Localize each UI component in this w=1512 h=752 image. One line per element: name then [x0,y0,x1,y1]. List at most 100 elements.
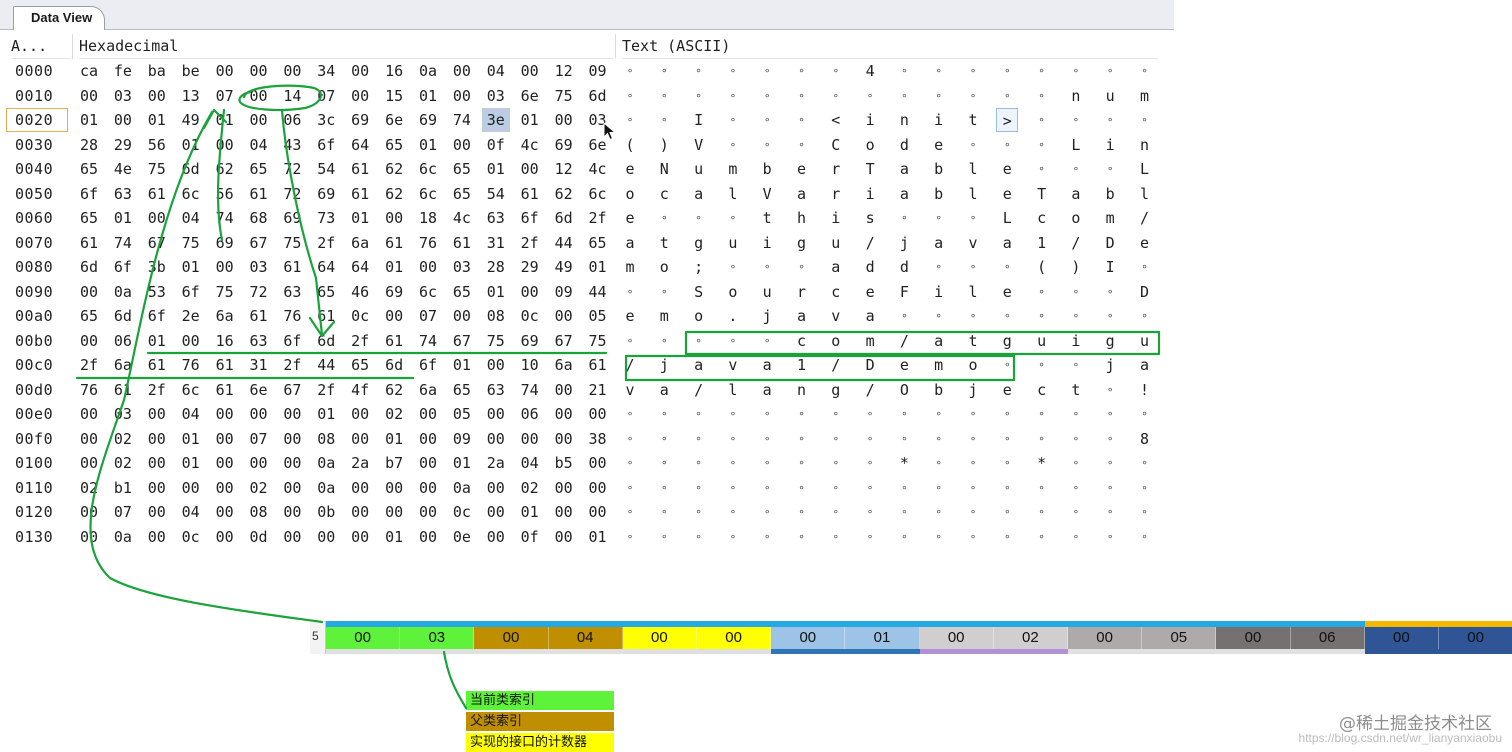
hex-byte[interactable]: 00 [550,525,578,549]
ascii-char[interactable]: < [825,108,847,132]
hex-byte[interactable]: 0f [482,133,510,157]
ascii-nonprintable[interactable]: ∘ [1099,280,1121,304]
ascii-nonprintable[interactable]: ∘ [653,108,675,132]
ascii-char[interactable]: l [722,182,744,206]
ascii-char[interactable]: e [996,280,1018,304]
ascii-char[interactable]: i [825,206,847,230]
ascii-char[interactable]: d [859,255,881,279]
hex-byte[interactable]: 6d [75,255,103,279]
ascii-nonprintable[interactable]: ∘ [893,304,915,328]
ascii-char[interactable]: m [928,353,950,377]
hex-byte[interactable]: 69 [211,231,239,255]
ascii-nonprintable[interactable]: ∘ [893,84,915,108]
hex-row[interactable]: 0000 ca fe ba be 00 00 00 34 00 16 0a 00 04 00 12 09 ∘ ∘ ∘ ∘… [6,59,1158,83]
hex-byte[interactable]: 15 [380,84,408,108]
ascii-nonprintable[interactable]: ∘ [619,108,641,132]
hex-byte[interactable]: 75 [177,231,205,255]
ascii-char[interactable]: i [859,108,881,132]
ascii-nonprintable[interactable]: ∘ [791,525,813,549]
ascii-char[interactable]: v [962,231,984,255]
hex-byte[interactable]: 00 [550,402,578,426]
hex-byte[interactable]: 01 [75,108,103,132]
ascii-nonprintable[interactable]: ∘ [893,59,915,83]
ascii-char[interactable]: / [859,231,881,255]
hex-byte[interactable]: 02 [75,476,103,500]
ascii-char[interactable]: a [893,182,915,206]
hex-byte[interactable]: 00 [109,108,137,132]
ascii-char[interactable]: V [688,133,710,157]
ascii-nonprintable[interactable]: ∘ [859,451,881,475]
ascii-nonprintable[interactable]: ∘ [722,59,744,83]
ascii-char[interactable]: e [859,280,881,304]
ascii-char[interactable]: i [928,108,950,132]
hex-byte[interactable]: 2f [143,378,171,402]
ascii-char[interactable]: a [893,157,915,181]
hex-byte[interactable]: 08 [482,304,510,328]
ascii-nonprintable[interactable]: ∘ [756,255,778,279]
ascii-nonprintable[interactable]: ∘ [859,84,881,108]
hex-byte[interactable]: 00 [584,500,612,524]
ascii-nonprintable[interactable]: ∘ [1031,476,1053,500]
hex-row[interactable]: 00c0 2f 6a 61 76 61 31 2f 44 65 6d 6f 01 00 10 6a 61/j a v… [6,353,1158,377]
hex-byte[interactable]: 00 [143,525,171,549]
hex-byte[interactable]: 6d [550,206,578,230]
column-header-hex[interactable]: Hexadecimal [79,34,613,59]
ascii-char[interactable]: I [688,108,710,132]
ascii-nonprintable[interactable]: ∘ [962,206,984,230]
hex-byte[interactable]: 00 [448,304,476,328]
hex-byte[interactable]: 65 [380,133,408,157]
ascii-nonprintable[interactable]: ∘ [1031,84,1053,108]
hex-byte[interactable]: 65 [245,157,273,181]
ascii-nonprintable[interactable]: ∘ [962,402,984,426]
ascii-nonprintable[interactable]: ∘ [1134,476,1156,500]
hex-byte[interactable]: 61 [245,304,273,328]
ascii-nonprintable[interactable]: ∘ [1065,476,1087,500]
ascii-nonprintable[interactable]: ∘ [619,451,641,475]
hex-byte[interactable]: 04 [177,402,205,426]
ascii-nonprintable[interactable]: ∘ [722,451,744,475]
ascii-char[interactable]: v [722,353,744,377]
ascii-nonprintable[interactable]: ∘ [653,329,675,353]
ascii-nonprintable[interactable]: ∘ [893,500,915,524]
hex-byte[interactable]: 6f [177,280,205,304]
hex-byte[interactable]: 01 [312,402,340,426]
hex-byte[interactable]: 00 [75,402,103,426]
ascii-char[interactable]: a [1065,182,1087,206]
ascii-char[interactable]: a [688,182,710,206]
hex-byte[interactable]: 6a [211,304,239,328]
hex-byte[interactable]: 28 [75,133,103,157]
hex-byte[interactable]: 6d [380,353,408,377]
hex-byte[interactable]: 01 [448,451,476,475]
hex-byte[interactable]: 67 [448,329,476,353]
hex-byte[interactable]: 75 [550,84,578,108]
ascii-char[interactable]: i [1065,329,1087,353]
ascii-char[interactable]: a [928,329,950,353]
ascii-nonprintable[interactable]: ∘ [722,255,744,279]
hex-byte[interactable]: 18 [414,206,442,230]
hex-byte[interactable]: 67 [278,378,306,402]
hex-byte[interactable]: 2f [346,329,374,353]
hex-byte[interactable]: 00 [584,476,612,500]
hex-byte[interactable]: 16 [211,329,239,353]
ascii-nonprintable[interactable]: ∘ [1099,378,1121,402]
hex-byte[interactable]: 01 [346,206,374,230]
hex-byte[interactable]: 2f [516,231,544,255]
ascii-char[interactable]: > [996,108,1019,132]
hex-byte[interactable]: 61 [143,353,171,377]
hex-byte[interactable]: 43 [278,133,306,157]
hex-byte[interactable]: 61 [75,231,103,255]
hex-byte[interactable]: 6a [346,231,374,255]
ascii-nonprintable[interactable]: ∘ [996,133,1018,157]
ascii-char[interactable]: a [791,304,813,328]
hex-row[interactable]: 0010 00 03 00 13 07 00 14 07 00 15 01 00 03 6e 75 6d ∘ ∘ ∘ ∘… [6,84,1158,108]
hex-byte[interactable]: 01 [414,133,442,157]
hex-row[interactable]: 00d0 76 61 2f 6c 61 6e 67 2f 4f 62 6a 65 63 74 00 21 v a / l… [6,378,1158,402]
ascii-char[interactable]: b [928,157,950,181]
hex-byte[interactable]: 04 [482,59,510,83]
ascii-nonprintable[interactable]: ∘ [722,329,744,353]
ascii-char[interactable]: b [928,182,950,206]
hex-byte[interactable]: 61 [448,231,476,255]
hex-byte[interactable]: 61 [312,304,340,328]
hex-byte[interactable]: 2a [346,451,374,475]
hex-byte[interactable]: 00 [584,402,612,426]
